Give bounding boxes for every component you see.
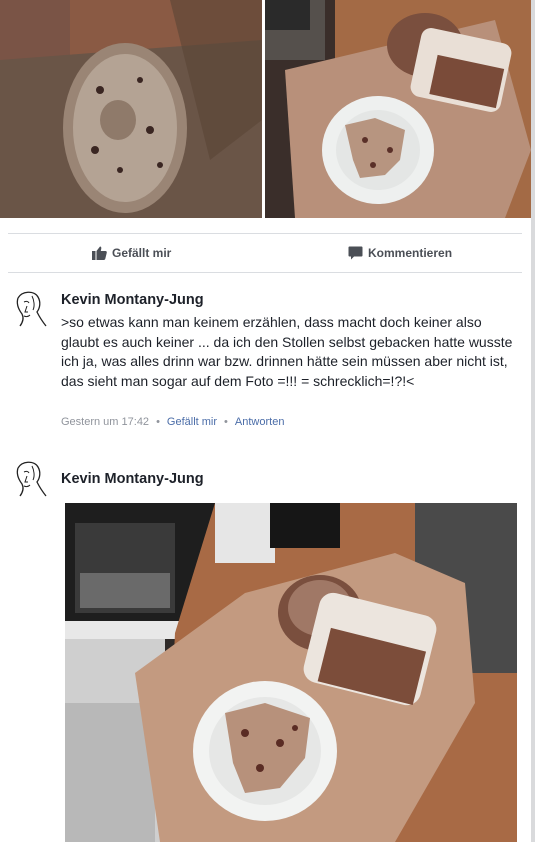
reply-photo[interactable] (65, 503, 517, 842)
like-button[interactable]: Gefällt mir (92, 234, 171, 272)
scrollbar-track[interactable] (531, 0, 535, 842)
avatar[interactable] (10, 458, 48, 498)
comment-meta: Gestern um 17:42 • Gefällt mir • Antworten (61, 416, 284, 428)
stollen-plate-photo[interactable] (265, 0, 531, 218)
meta-separator: • (224, 416, 228, 428)
post-action-bar: Gefällt mir Kommentieren (8, 233, 522, 273)
reply-author-name[interactable]: Kevin Montany-Jung (61, 471, 204, 487)
stollen-cut-photo[interactable] (0, 0, 262, 218)
comment-body: >so etwas kann man keinem erzählen, dass… (61, 314, 513, 389)
comment-reply-link[interactable]: Antworten (235, 416, 285, 428)
comment-button[interactable]: Kommentieren (348, 234, 452, 272)
sketch-face-avatar-icon (16, 291, 47, 327)
comment-button-label: Kommentieren (368, 246, 453, 260)
meta-separator: • (156, 416, 160, 428)
thumbs-up-icon (92, 246, 107, 260)
sketch-face-avatar-icon (16, 461, 47, 497)
avatar[interactable] (10, 288, 48, 328)
comment-timestamp[interactable]: Gestern um 17:42 (61, 416, 149, 428)
speech-bubble-icon (348, 246, 363, 260)
like-button-label: Gefällt mir (112, 246, 172, 260)
comment-author-name[interactable]: Kevin Montany-Jung (61, 292, 204, 308)
comment-like-link[interactable]: Gefällt mir (167, 416, 217, 428)
photo-grid (0, 0, 535, 220)
